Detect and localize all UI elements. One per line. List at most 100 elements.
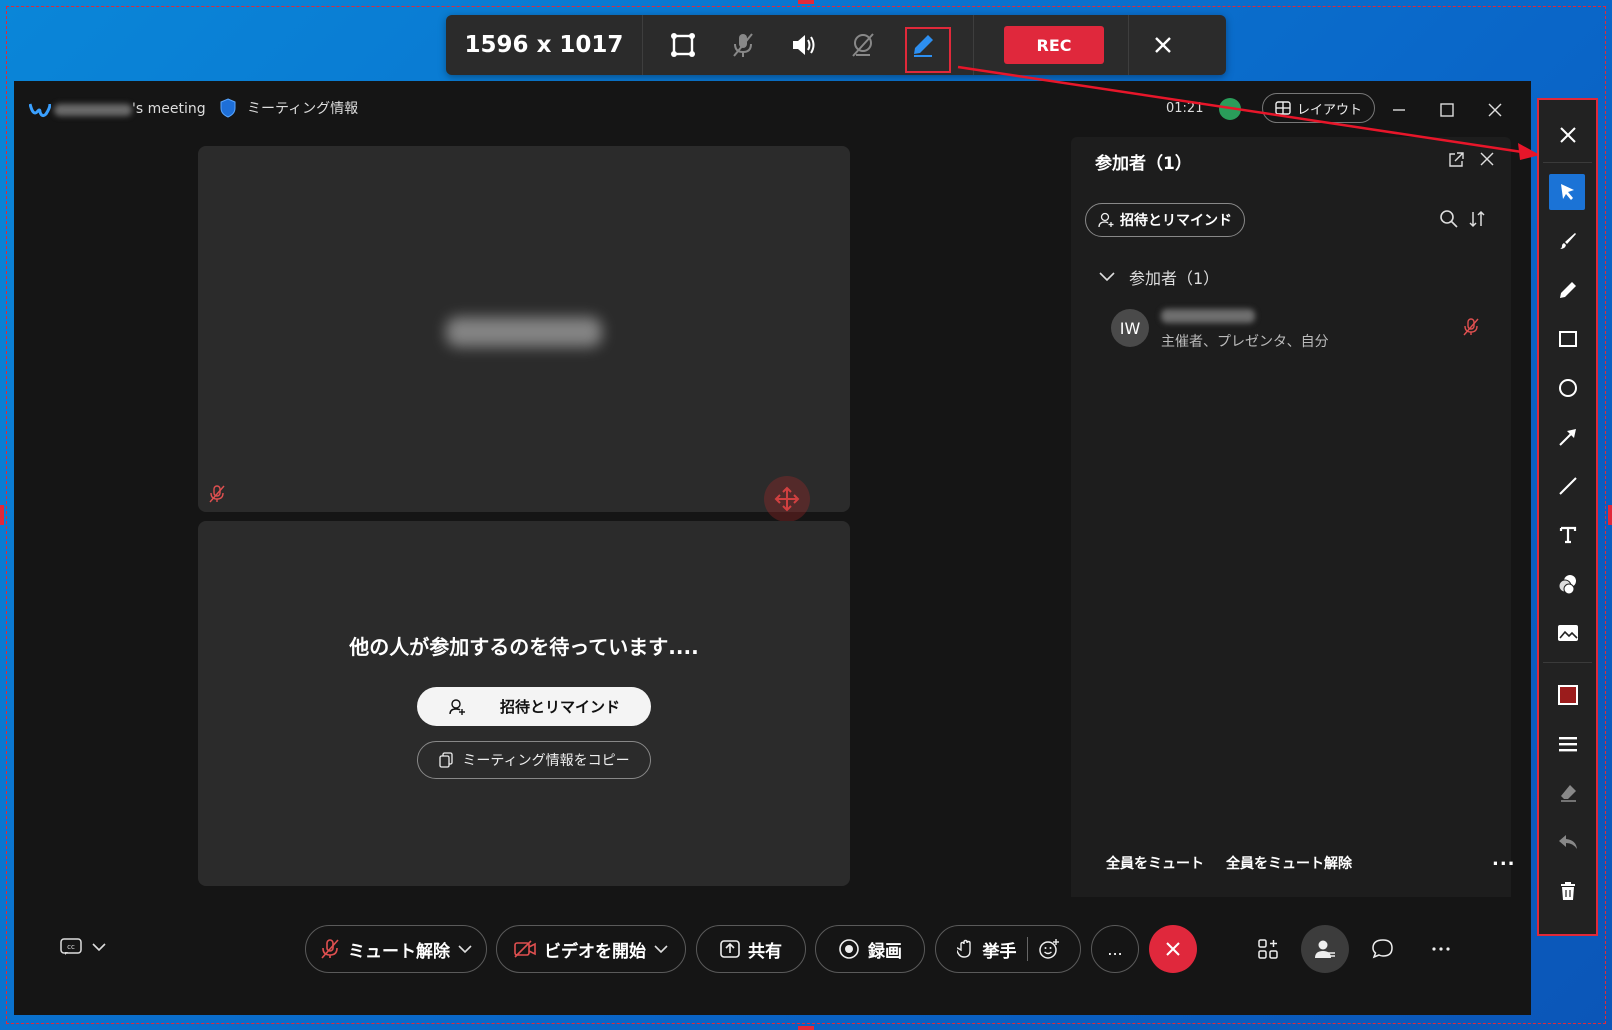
raise-hand-button[interactable]: 挙手 <box>935 925 1081 973</box>
divider <box>1026 937 1028 961</box>
more-options-button[interactable]: ... <box>1091 925 1139 973</box>
maximize-button[interactable] <box>1433 96 1461 124</box>
popout-icon[interactable] <box>1447 151 1465 169</box>
mic-toggle-button[interactable] <box>713 15 773 75</box>
blurred-host-name <box>54 104 132 116</box>
meeting-title: 's meeting <box>54 101 206 117</box>
move-handle[interactable] <box>764 476 810 522</box>
pencil-icon <box>1559 282 1576 298</box>
record-meeting-button[interactable]: 録画 <box>815 925 925 973</box>
copy-meeting-info-button[interactable]: ミーティング情報をコピー <box>417 741 651 779</box>
record-icon <box>839 939 859 959</box>
copy-icon <box>439 752 454 768</box>
rectangle-tool[interactable] <box>1539 318 1596 360</box>
annotate-highlight <box>905 27 951 73</box>
brush-tool[interactable] <box>1539 220 1596 262</box>
close-annotation-button[interactable] <box>1539 114 1596 156</box>
text-tool[interactable] <box>1539 514 1596 556</box>
more-menu-button[interactable] <box>1425 933 1457 965</box>
meeting-info-label: ミーティング情報 <box>247 101 359 117</box>
title-bar: 's meeting ミーティング情報 01:21 レイアウト <box>14 81 1531 137</box>
share-label: 共有 <box>748 941 782 962</box>
speaker-icon <box>793 35 815 55</box>
search-icon[interactable] <box>1439 209 1459 229</box>
step-number-tool[interactable] <box>1539 563 1596 605</box>
camera-off-icon <box>852 33 874 57</box>
share-button[interactable]: 共有 <box>696 925 806 973</box>
trash-icon <box>1560 882 1575 900</box>
color-picker[interactable] <box>1539 674 1596 716</box>
start-video-button[interactable]: ビデオを開始 <box>496 925 686 973</box>
annotate-button[interactable] <box>893 15 953 75</box>
chevron-down-icon <box>654 945 668 954</box>
record-button[interactable]: REC <box>1004 26 1104 64</box>
panel-invite-label: 招待とリマインド <box>1120 213 1232 229</box>
delete-button[interactable] <box>1539 870 1596 912</box>
chat-icon <box>1372 939 1393 959</box>
divider <box>1543 662 1592 663</box>
unmute-button[interactable]: ミュート解除 <box>305 925 487 973</box>
window-close-button[interactable] <box>1481 96 1509 124</box>
undo-button[interactable] <box>1539 821 1596 863</box>
blurred-participant-name <box>446 317 602 347</box>
ellipse-tool[interactable] <box>1539 367 1596 409</box>
resize-handle-bottom[interactable] <box>798 1026 814 1030</box>
resize-handle-top[interactable] <box>798 0 814 4</box>
camera-toggle-button[interactable] <box>833 15 893 75</box>
speaker-toggle-button[interactable] <box>773 15 833 75</box>
rectangle-icon <box>1558 331 1577 347</box>
minimize-button[interactable] <box>1385 96 1413 124</box>
captions-button[interactable]: cc <box>60 938 106 956</box>
close-icon <box>1155 37 1171 53</box>
chevron-down-icon <box>1099 272 1115 282</box>
muted-mic-icon <box>321 939 339 959</box>
resize-handle-left[interactable] <box>0 505 4 525</box>
capture-toolbar: 1596 x 1017 REC <box>446 15 1226 75</box>
record-label: 録画 <box>868 941 902 962</box>
shield-icon <box>220 98 236 118</box>
line-tool[interactable] <box>1539 465 1596 507</box>
select-tool[interactable] <box>1539 171 1596 213</box>
muted-mic-icon[interactable] <box>1462 317 1480 337</box>
layout-button[interactable]: レイアウト <box>1262 93 1376 123</box>
participant-row[interactable]: IW 主催者、プレゼンタ、自分 <box>1071 305 1511 359</box>
apps-button[interactable] <box>1252 933 1284 965</box>
image-blur-icon <box>1557 625 1578 641</box>
participants-group-header[interactable]: 参加者（1） <box>1099 265 1219 289</box>
line-weight-icon <box>1558 737 1577 752</box>
waiting-message: 他の人が参加するのを待っています.... <box>349 635 699 659</box>
meeting-window: 's meeting ミーティング情報 01:21 レイアウト 他の人が参加する… <box>14 81 1531 1015</box>
meeting-info-button[interactable]: ミーティング情報 <box>219 98 358 118</box>
group-label: 参加者（1） <box>1129 269 1220 288</box>
unmute-all-button[interactable]: 全員をミュート解除 <box>1226 853 1352 873</box>
close-capture-button[interactable] <box>1133 15 1193 75</box>
stroke-width-picker[interactable] <box>1539 723 1596 765</box>
invite-remind-button[interactable]: 招待とリマインド <box>417 687 651 726</box>
resize-handle-right[interactable] <box>1608 505 1612 525</box>
add-person-icon <box>1098 212 1114 228</box>
undo-icon <box>1558 835 1577 849</box>
participants-toggle-button[interactable] <box>1301 925 1349 973</box>
close-icon <box>1488 103 1502 117</box>
participants-icon <box>1315 940 1335 958</box>
pencil-tool[interactable] <box>1539 269 1596 311</box>
mosaic-tool[interactable] <box>1539 612 1596 654</box>
panel-more-button[interactable]: ... <box>1492 849 1516 870</box>
annotation-toolbar <box>1537 98 1598 936</box>
divider <box>642 15 643 75</box>
panel-invite-button[interactable]: 招待とリマインド <box>1085 203 1245 237</box>
apps-icon <box>1258 939 1278 959</box>
chat-button[interactable] <box>1367 933 1399 965</box>
sort-icon[interactable] <box>1467 209 1487 229</box>
reaction-icon[interactable] <box>1038 938 1060 960</box>
region-select-button[interactable] <box>653 15 713 75</box>
close-panel-icon[interactable] <box>1479 151 1495 167</box>
mute-all-button[interactable]: 全員をミュート <box>1106 853 1204 873</box>
raise-hand-label: 挙手 <box>982 941 1017 962</box>
participant-video-tile[interactable] <box>198 146 850 522</box>
close-icon <box>1559 127 1576 143</box>
leave-meeting-button[interactable] <box>1149 925 1197 973</box>
eraser-tool[interactable] <box>1539 772 1596 814</box>
share-screen-icon <box>720 940 740 958</box>
arrow-tool[interactable] <box>1539 416 1596 458</box>
